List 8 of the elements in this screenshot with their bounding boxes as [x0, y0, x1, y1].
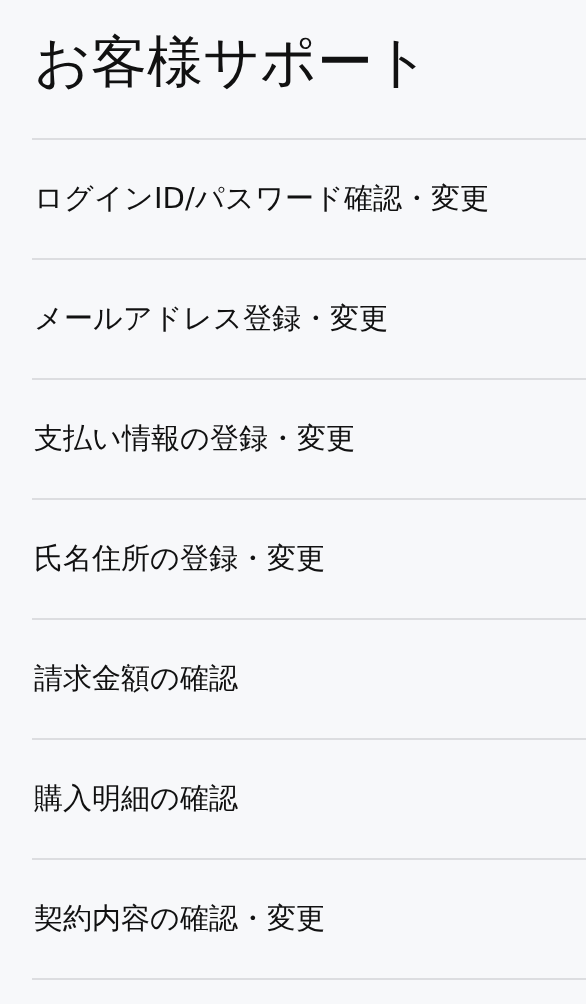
support-menu-link[interactable]: 氏名住所の登録・変更 [32, 537, 325, 581]
support-menu-link[interactable]: 購入明細の確認 [32, 777, 238, 821]
support-menu-link[interactable]: メールアドレス登録・変更 [32, 297, 388, 341]
support-menu-link[interactable]: 請求金額の確認 [32, 657, 238, 701]
support-menu-link[interactable]: 支払い情報の登録・変更 [32, 417, 355, 461]
support-menu-link[interactable]: ログインID/パスワード確認・変更 [32, 177, 489, 221]
page-title: お客様サポート [34, 28, 430, 96]
support-menu-link[interactable]: 契約内容の確認・変更 [32, 897, 325, 941]
